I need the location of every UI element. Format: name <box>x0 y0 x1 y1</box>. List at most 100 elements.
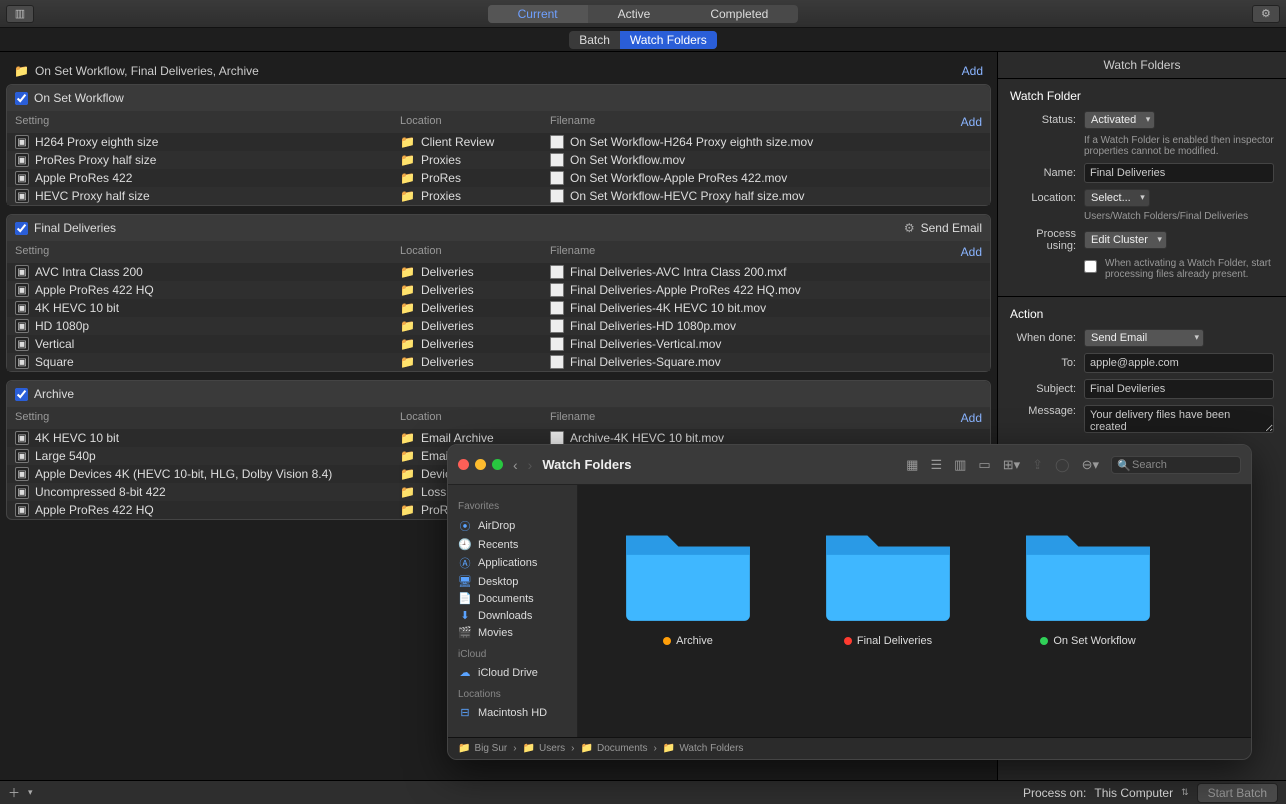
setting-text: Large 540p <box>35 449 96 463</box>
folder-item[interactable]: Archive <box>608 515 768 647</box>
sidebar-item-icloud-drive[interactable]: ☁︎iCloud Drive <box>458 664 567 681</box>
applications-icon: Ⓐ <box>458 555 472 571</box>
icon-view-button[interactable]: ▦ <box>906 457 918 473</box>
filename-text: On Set Workflow-HEVC Proxy half size.mov <box>570 189 805 203</box>
start-batch-button[interactable]: Start Batch <box>1197 783 1278 803</box>
inspector-section-action: Action <box>1010 307 1274 321</box>
sidebar-item-macintosh-hd[interactable]: ⊟Macintosh HD <box>458 704 567 721</box>
finder-search[interactable]: 🔍 Search <box>1111 456 1241 474</box>
preset-row[interactable]: ▣H264 Proxy eighth size 📁Client Review O… <box>7 133 990 151</box>
setting-text: Apple ProRes 422 HQ <box>35 503 154 517</box>
folder-item[interactable]: On Set Workflow <box>1008 515 1168 647</box>
name-input[interactable] <box>1084 163 1274 183</box>
sidebar-item-downloads[interactable]: ⬇Downloads <box>458 607 567 624</box>
path-crumb[interactable]: 📁 Big Sur <box>458 743 507 754</box>
sidebar-item-airdrop[interactable]: ⦿AirDrop <box>458 516 567 536</box>
minimize-button[interactable] <box>475 459 486 470</box>
group-button[interactable]: ⊞▾ <box>1003 457 1020 473</box>
tab-current[interactable]: Current <box>488 5 588 23</box>
preset-row[interactable]: ▣HD 1080p 📁Deliveries Final Deliveries-H… <box>7 317 990 335</box>
process-on-value[interactable]: This Computer <box>1094 786 1173 800</box>
file-icon <box>550 319 564 333</box>
filename-text: Final Deliveries-Square.mov <box>570 355 721 369</box>
process-on-label: Process on: <box>1023 786 1086 800</box>
file-icon <box>550 265 564 279</box>
sidebar-item-applications[interactable]: ⒶApplications <box>458 553 567 573</box>
location-text: Proxies <box>421 189 461 203</box>
location-text: ProRes <box>421 171 461 185</box>
file-icon <box>550 301 564 315</box>
process-using-select[interactable]: Edit Cluster <box>1084 231 1167 249</box>
column-view-button[interactable]: ▥ <box>954 457 966 473</box>
preset-row[interactable]: ▣Apple ProRes 422 HQ 📁Deliveries Final D… <box>7 281 990 299</box>
status-select[interactable]: Activated <box>1084 111 1155 129</box>
forward-button[interactable]: › <box>528 457 533 473</box>
panel-add-button[interactable]: Add <box>961 115 982 129</box>
sidebar-toggle-button[interactable]: ▥ <box>6 5 34 23</box>
location-text: Deliveries <box>421 355 474 369</box>
path-crumb[interactable]: 📁 Documents <box>581 743 648 754</box>
footer-bar: ＋ ▾ Process on: This Computer ⇅ Start Ba… <box>0 780 1286 804</box>
plus-icon[interactable]: ＋ <box>8 784 20 801</box>
traffic-lights <box>458 459 503 470</box>
inspector-title: Watch Folders <box>998 52 1286 79</box>
panel-enable-checkbox[interactable] <box>15 92 28 105</box>
app-titlebar: ▥ Current Active Completed ⚙ <box>0 0 1286 28</box>
when-done-select[interactable]: Send Email <box>1084 329 1204 347</box>
panel-add-button[interactable]: Add <box>961 411 982 425</box>
to-input[interactable] <box>1084 353 1274 373</box>
settings-button[interactable]: ⚙ <box>1252 5 1280 23</box>
col-location: Location <box>400 115 550 129</box>
preset-row[interactable]: ▣ProRes Proxy half size 📁Proxies On Set … <box>7 151 990 169</box>
sidebar-item-documents[interactable]: 📄Documents <box>458 590 567 607</box>
tab-active[interactable]: Active <box>588 5 681 23</box>
preset-row[interactable]: ▣Apple ProRes 422 📁ProRes On Set Workflo… <box>7 169 990 187</box>
sidebar-item-recents[interactable]: 🕘Recents <box>458 536 567 553</box>
zoom-button[interactable] <box>492 459 503 470</box>
gallery-view-button[interactable]: ▭ <box>978 457 990 473</box>
path-crumb[interactable]: 📁 Watch Folders <box>663 743 744 754</box>
gear-icon[interactable]: ⚙ <box>904 221 915 235</box>
setting-text: 4K HEVC 10 bit <box>35 431 119 445</box>
process-existing-checkbox[interactable] <box>1084 260 1097 273</box>
location-select-button[interactable]: Select... <box>1084 189 1150 207</box>
locations-header: Locations <box>458 689 567 700</box>
preset-icon: ▣ <box>15 503 29 517</box>
preset-row[interactable]: ▣4K HEVC 10 bit 📁Deliveries Final Delive… <box>7 299 990 317</box>
panel-enable-checkbox[interactable] <box>15 388 28 401</box>
finder-window[interactable]: ‹ › Watch Folders ▦ ☰ ▥ ▭ ⊞▾ ⇪ ◯ ⊖▾ 🔍 Se… <box>447 444 1252 760</box>
sidebar-icon: ▥ <box>15 7 25 20</box>
message-textarea[interactable]: Your delivery files have been created <box>1084 405 1274 433</box>
panel-add-button[interactable]: Add <box>961 245 982 259</box>
filename-text: Final Deliveries-Vertical.mov <box>570 337 721 351</box>
location-text: Deliveries <box>421 337 474 351</box>
subtab-batch[interactable]: Batch <box>569 31 620 49</box>
updown-icon[interactable]: ⇅ <box>1181 787 1189 798</box>
subject-input[interactable] <box>1084 379 1274 399</box>
path-crumb[interactable]: 📁 Users <box>523 743 566 754</box>
breadcrumb-add-button[interactable]: Add <box>962 64 983 78</box>
sidebar-item-movies[interactable]: 🎬Movies <box>458 624 567 641</box>
recents-icon: 🕘 <box>458 538 472 551</box>
finder-content[interactable]: Archive Final Deliveries On Set Workflow <box>578 485 1251 737</box>
folder-icon: 📁 <box>523 743 535 754</box>
action-button[interactable]: ⊖▾ <box>1082 457 1099 473</box>
chevron-down-icon[interactable]: ▾ <box>28 787 33 798</box>
folder-name: Final Deliveries <box>857 635 932 647</box>
tags-button[interactable]: ◯ <box>1055 457 1070 473</box>
preset-row[interactable]: ▣Vertical 📁Deliveries Final Deliveries-V… <box>7 335 990 353</box>
tag-dot-icon <box>1040 637 1048 645</box>
preset-row[interactable]: ▣AVC Intra Class 200 📁Deliveries Final D… <box>7 263 990 281</box>
tab-completed[interactable]: Completed <box>680 5 798 23</box>
sidebar-item-desktop[interactable]: 🖥Desktop <box>458 573 567 590</box>
preset-row[interactable]: ▣HEVC Proxy half size 📁Proxies On Set Wo… <box>7 187 990 205</box>
panel-enable-checkbox[interactable] <box>15 222 28 235</box>
folder-item[interactable]: Final Deliveries <box>808 515 968 647</box>
close-button[interactable] <box>458 459 469 470</box>
list-view-button[interactable]: ☰ <box>930 457 942 473</box>
preset-icon: ▣ <box>15 301 29 315</box>
back-button[interactable]: ‹ <box>513 457 518 473</box>
subtab-watch-folders[interactable]: Watch Folders <box>620 31 717 49</box>
share-button[interactable]: ⇪ <box>1032 457 1043 473</box>
preset-row[interactable]: ▣Square 📁Deliveries Final Deliveries-Squ… <box>7 353 990 371</box>
